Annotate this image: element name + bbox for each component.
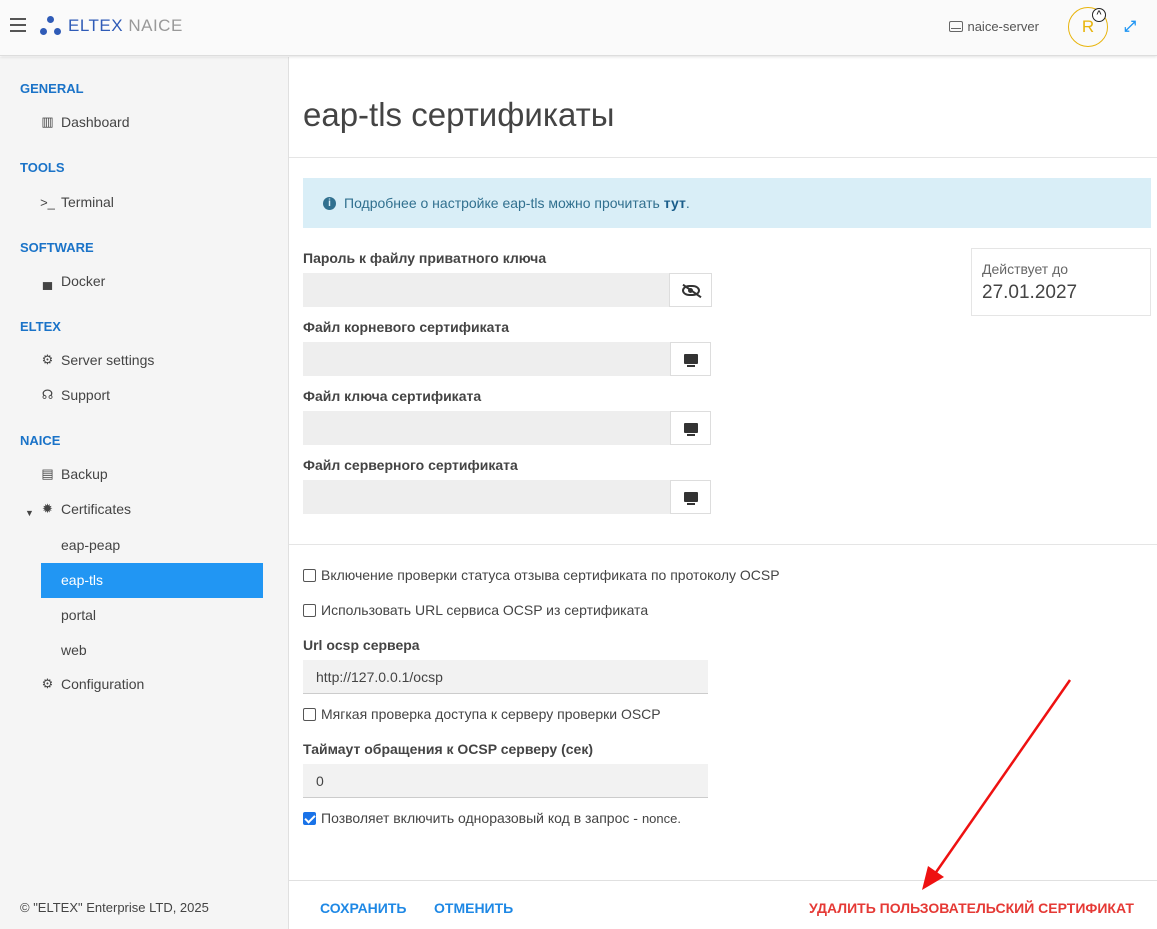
server-name: naice-server <box>967 19 1039 34</box>
info-suffix: . <box>685 195 690 211</box>
sidebar-item-label: Support <box>61 387 111 403</box>
sidebar-subitem-eap-tls[interactable]: eap-tls <box>41 563 263 598</box>
chart-icon: ▥ <box>41 114 54 129</box>
sidebar-item-support[interactable]: ☊ Support <box>40 387 110 403</box>
logo[interactable]: ELTEX NAICE <box>40 16 183 36</box>
root-cert-browse-button[interactable] <box>670 342 711 376</box>
sidebar-item-label: Dashboard <box>61 114 130 130</box>
docker-icon: ▄ <box>42 273 53 289</box>
private-key-password-input[interactable] <box>303 273 669 307</box>
headset-icon: ☊ <box>41 387 54 402</box>
ocsp-timeout-input[interactable]: 0 <box>303 764 708 798</box>
sidebar-subitem-eap-peap[interactable]: eap-peap <box>41 528 263 563</box>
chevron-up-icon[interactable]: ^ <box>1092 8 1106 22</box>
section-naice: NAICE <box>20 433 61 448</box>
ocsp-soft-check-checkbox[interactable]: Мягкая проверка доступа к серверу провер… <box>303 706 661 722</box>
server-icon <box>949 21 964 32</box>
eltex-logo-icon <box>40 16 62 36</box>
cert-key-browse-button[interactable] <box>670 411 711 445</box>
terminal-icon: >_ <box>40 194 55 210</box>
nonce-term: nonce. <box>641 810 681 826</box>
desktop-icon <box>683 492 698 505</box>
section-eltex: ELTEX <box>20 319 61 334</box>
section-general: GENERAL <box>20 81 84 96</box>
brand-name: ELTEX <box>68 16 124 35</box>
section-software: SOFTWARE <box>20 240 94 255</box>
sidebar-subitem-web[interactable]: web <box>41 633 263 668</box>
divider <box>289 157 1157 158</box>
checkbox-checked[interactable] <box>303 811 316 825</box>
private-key-password-label: Пароль к файлу приватного ключа <box>303 250 547 266</box>
sidebar-item-dashboard[interactable]: ▥ Dashboard <box>40 114 130 130</box>
sidebar: GENERAL ▥ Dashboard TOOLS >_ Terminal SO… <box>0 57 289 929</box>
ocsp-url-from-cert-checkbox[interactable]: Использовать URL сервиса OCSP из сертифи… <box>303 602 648 618</box>
server-cert-browse-button[interactable] <box>670 480 711 514</box>
checkbox-unchecked[interactable] <box>303 568 316 582</box>
sidebar-item-label: Docker <box>61 273 106 289</box>
info-text: Подробнее о настройке eap-tls можно проч… <box>344 195 660 211</box>
validity-date: 27.01.2027 <box>982 282 1078 303</box>
file-icon: ▤ <box>41 466 54 481</box>
checkbox-unchecked[interactable] <box>303 603 316 617</box>
checkbox-label: Мягкая проверка доступа к серверу провер… <box>321 706 661 722</box>
gear-icon: ⚙ <box>41 676 54 691</box>
server-indicator: naice-server <box>949 19 1039 34</box>
checkbox-label: Включение проверки статуса отзыва сертиф… <box>321 567 780 583</box>
cert-key-label: Файл ключа сертификата <box>303 388 482 404</box>
checkbox-unchecked[interactable] <box>303 707 316 721</box>
server-cert-label: Файл серверного сертификата <box>303 457 518 473</box>
caret-down-icon[interactable]: ▼ <box>25 508 34 518</box>
logo-text: ELTEX NAICE <box>68 16 183 36</box>
certificate-icon: ✹ <box>42 501 53 516</box>
desktop-icon <box>683 423 698 436</box>
ocsp-url-label: Url ocsp сервера <box>303 637 420 653</box>
info-link[interactable]: тут <box>664 195 686 211</box>
cancel-button[interactable]: ОТМЕНИТЬ <box>434 900 513 916</box>
validity-card: Действует до 27.01.2027 <box>971 248 1151 316</box>
gear-icon: ⚙ <box>41 352 54 367</box>
ocsp-timeout-label: Таймаут обращения к OCSP серверу (сек) <box>303 741 594 757</box>
info-alert: i Подробнее о настройке eap-tls можно пр… <box>303 178 1151 228</box>
top-bar: ELTEX NAICE naice-server R ^ ⤢ <box>0 0 1157 56</box>
info-icon: i <box>323 196 336 210</box>
ocsp-enable-checkbox[interactable]: Включение проверки статуса отзыва сертиф… <box>303 567 780 583</box>
checkbox-label: Позволяет включить одноразовый код в зап… <box>321 810 638 826</box>
ocsp-url-input[interactable]: http://127.0.0.1/ocsp <box>303 660 708 694</box>
sidebar-item-label: Server settings <box>61 352 155 368</box>
toggle-password-button[interactable] <box>669 273 712 307</box>
menu-icon[interactable] <box>10 18 26 32</box>
section-tools: TOOLS <box>20 160 65 175</box>
server-cert-file-field[interactable] <box>303 480 671 514</box>
sidebar-item-label: Backup <box>61 466 108 482</box>
save-button[interactable]: СОХРАНИТЬ <box>320 900 406 916</box>
sidebar-item-backup[interactable]: ▤ Backup <box>40 466 108 482</box>
product-name: NAICE <box>128 16 183 35</box>
checkbox-label: Использовать URL сервиса OCSP из сертифи… <box>321 602 649 618</box>
page-title: eap-tls сертификаты <box>303 96 615 133</box>
divider <box>289 544 1157 545</box>
sidebar-item-docker[interactable]: ▄ Docker <box>40 273 105 289</box>
sidebar-item-label: Terminal <box>61 194 114 210</box>
sidebar-item-label: Certificates <box>61 501 132 517</box>
sidebar-subitem-portal[interactable]: portal <box>41 598 263 633</box>
desktop-icon <box>683 354 698 367</box>
sidebar-item-certificates[interactable]: ✹ Certificates <box>40 501 131 517</box>
fullscreen-icon[interactable]: ⤢ <box>1124 18 1140 35</box>
cert-key-file-field[interactable] <box>303 411 671 445</box>
nonce-checkbox[interactable]: Позволяет включить одноразовый код в зап… <box>303 810 681 826</box>
eye-slash-icon <box>681 284 700 296</box>
sidebar-item-terminal[interactable]: >_ Terminal <box>40 194 114 210</box>
sidebar-item-configuration[interactable]: ⚙ Configuration <box>40 676 145 692</box>
delete-user-certificate-button[interactable]: УДАЛИТЬ ПОЛЬЗОВАТЕЛЬСКИЙ СЕРТИФИКАТ <box>809 900 1134 916</box>
root-cert-file-field[interactable] <box>303 342 671 376</box>
root-cert-label: Файл корневого сертификата <box>303 319 510 335</box>
sidebar-item-server-settings[interactable]: ⚙ Server settings <box>40 352 155 368</box>
copyright: © "ELTEX" Enterprise LTD, 2025 <box>20 900 209 915</box>
sidebar-item-label: Configuration <box>61 676 145 692</box>
validity-label: Действует до <box>982 261 1069 277</box>
action-bar: СОХРАНИТЬ ОТМЕНИТЬ УДАЛИТЬ ПОЛЬЗОВАТЕЛЬС… <box>289 880 1157 929</box>
